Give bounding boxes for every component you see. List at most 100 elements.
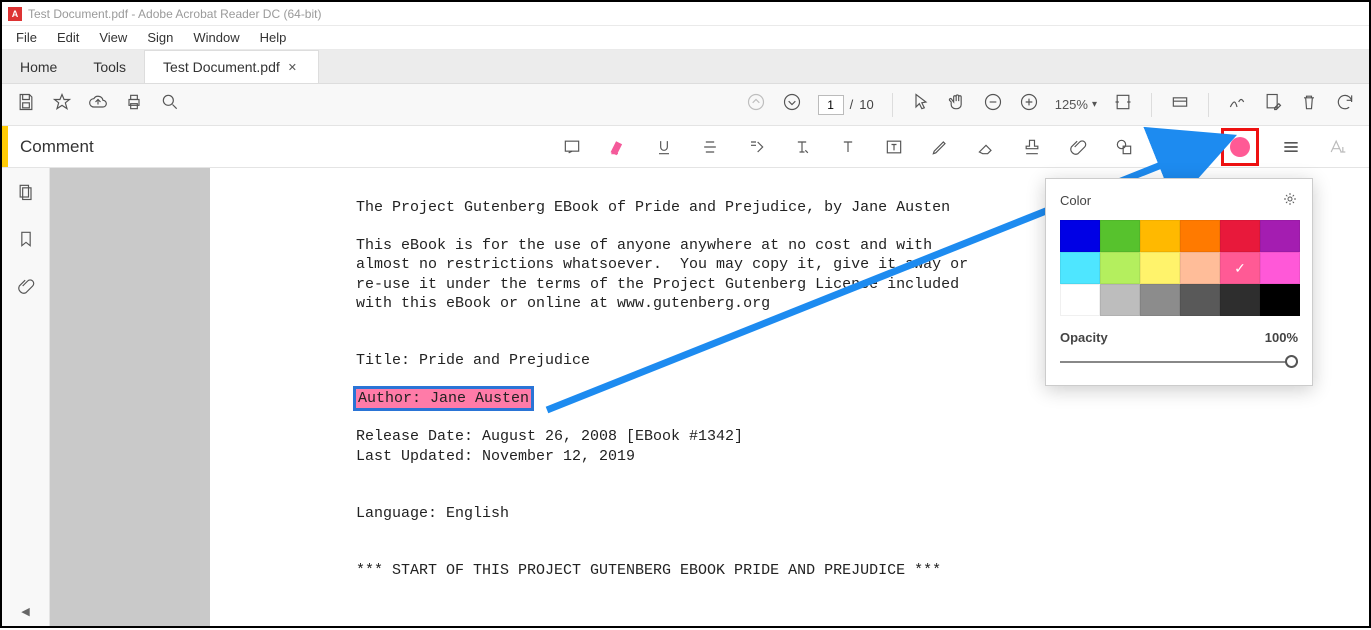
color-picker-button[interactable] — [1221, 128, 1259, 166]
edit-pdf-icon[interactable] — [1263, 92, 1283, 117]
menu-file[interactable]: File — [6, 27, 47, 48]
swatch[interactable] — [1180, 252, 1220, 284]
color-swatches — [1060, 220, 1298, 316]
page-total: 10 — [859, 97, 873, 112]
collapse-rail-icon[interactable]: ◀ — [21, 605, 29, 618]
menu-view[interactable]: View — [89, 27, 137, 48]
zoom-select[interactable]: 125% ▾ — [1055, 97, 1097, 112]
swatch[interactable] — [1140, 220, 1180, 252]
opacity-label: Opacity — [1060, 330, 1108, 345]
pointer-icon[interactable] — [911, 92, 931, 117]
doc-line: *** START OF THIS PROJECT GUTENBERG EBOO… — [356, 561, 1369, 580]
menu-window[interactable]: Window — [183, 27, 249, 48]
color-dot-icon — [1230, 137, 1250, 157]
swatch[interactable] — [1060, 284, 1100, 316]
opacity-slider[interactable] — [1060, 355, 1298, 369]
sticky-note-icon[interactable] — [558, 133, 586, 161]
swatch[interactable] — [1260, 284, 1300, 316]
insert-text-icon[interactable] — [788, 133, 816, 161]
page-indicator: / 10 — [818, 95, 874, 115]
replace-text-icon[interactable] — [742, 133, 770, 161]
read-mode-icon[interactable] — [1170, 92, 1190, 117]
doc-line: Last Updated: November 12, 2019 — [356, 447, 1369, 466]
tab-tools[interactable]: Tools — [75, 50, 144, 83]
chevron-down-icon: ▾ — [1092, 99, 1097, 110]
stamp-icon[interactable] — [1018, 133, 1046, 161]
swatch[interactable] — [1100, 220, 1140, 252]
pencil-icon[interactable] — [926, 133, 954, 161]
doc-line-highlighted[interactable]: Author: Jane Austen — [356, 389, 1369, 408]
attachment-icon[interactable] — [16, 276, 36, 301]
gear-icon[interactable] — [1282, 191, 1298, 210]
highlighted-text[interactable]: Author: Jane Austen — [356, 389, 531, 408]
comment-accent — [2, 126, 8, 167]
zoom-value: 125% — [1055, 97, 1088, 112]
sign-icon[interactable] — [1227, 92, 1247, 117]
swatch[interactable] — [1260, 220, 1300, 252]
tab-document-label: Test Document.pdf — [163, 59, 280, 75]
refresh-icon[interactable] — [1335, 92, 1355, 117]
zoom-out-icon[interactable] — [983, 92, 1003, 117]
swatch[interactable] — [1260, 252, 1300, 284]
slider-track — [1060, 361, 1298, 363]
pin-icon[interactable] — [1175, 133, 1203, 161]
save-icon[interactable] — [16, 92, 36, 117]
main-toolbar: / 10 125% ▾ — [2, 84, 1369, 126]
swatch[interactable] — [1180, 284, 1220, 316]
swatch[interactable] — [1100, 252, 1140, 284]
swatch[interactable] — [1220, 284, 1260, 316]
slider-thumb[interactable] — [1285, 355, 1298, 368]
search-icon[interactable] — [160, 92, 180, 117]
close-tab-icon[interactable]: ✕ — [288, 61, 300, 74]
swatch[interactable] — [1060, 252, 1100, 284]
swatch[interactable] — [1060, 220, 1100, 252]
swatch[interactable] — [1180, 220, 1220, 252]
zoom-in-icon[interactable] — [1019, 92, 1039, 117]
swatch[interactable] — [1140, 284, 1180, 316]
print-icon[interactable] — [124, 92, 144, 117]
comment-label: Comment — [20, 137, 94, 157]
menu-help[interactable]: Help — [250, 27, 297, 48]
fit-width-icon[interactable] — [1113, 92, 1133, 117]
doc-line: Release Date: August 26, 2008 [EBook #13… — [356, 427, 1369, 446]
opacity-value: 100% — [1265, 330, 1298, 345]
tab-home[interactable]: Home — [2, 50, 75, 83]
star-icon[interactable] — [52, 92, 72, 117]
swatch[interactable] — [1100, 284, 1140, 316]
text-style-icon[interactable] — [1323, 133, 1351, 161]
underline-icon[interactable] — [650, 133, 678, 161]
tab-home-label: Home — [20, 59, 57, 75]
left-rail: ◀ — [2, 168, 50, 626]
color-popover: Color Opacity 100% — [1045, 178, 1313, 386]
page-number-input[interactable] — [818, 95, 844, 115]
menu-sign[interactable]: Sign — [137, 27, 183, 48]
shapes-icon[interactable] — [1110, 133, 1138, 161]
tab-document[interactable]: Test Document.pdf ✕ — [144, 50, 319, 83]
eraser-icon[interactable] — [972, 133, 1000, 161]
strikethrough-icon[interactable] — [696, 133, 724, 161]
text-box-icon[interactable] — [880, 133, 908, 161]
thumbnails-icon[interactable] — [16, 182, 36, 207]
page-up-icon[interactable] — [746, 92, 766, 117]
hand-icon[interactable] — [947, 92, 967, 117]
swatch-selected[interactable] — [1220, 252, 1260, 284]
line-thickness-icon[interactable] — [1277, 133, 1305, 161]
cloud-upload-icon[interactable] — [88, 92, 108, 117]
page-sep: / — [850, 97, 854, 112]
bookmark-icon[interactable] — [16, 229, 36, 254]
page-down-icon[interactable] — [782, 92, 802, 117]
titlebar: A Test Document.pdf - Adobe Acrobat Read… — [2, 2, 1369, 26]
add-text-icon[interactable] — [834, 133, 862, 161]
doc-line: Language: English — [356, 504, 1369, 523]
delete-icon[interactable] — [1299, 92, 1319, 117]
tab-tools-label: Tools — [93, 59, 126, 75]
page-gutter — [50, 168, 210, 626]
comment-toolbar: Comment — [2, 126, 1369, 168]
divider — [892, 93, 893, 117]
swatch[interactable] — [1220, 220, 1260, 252]
highlight-icon[interactable] — [604, 133, 632, 161]
divider — [1156, 135, 1157, 159]
swatch[interactable] — [1140, 252, 1180, 284]
attach-icon[interactable] — [1064, 133, 1092, 161]
menu-edit[interactable]: Edit — [47, 27, 89, 48]
